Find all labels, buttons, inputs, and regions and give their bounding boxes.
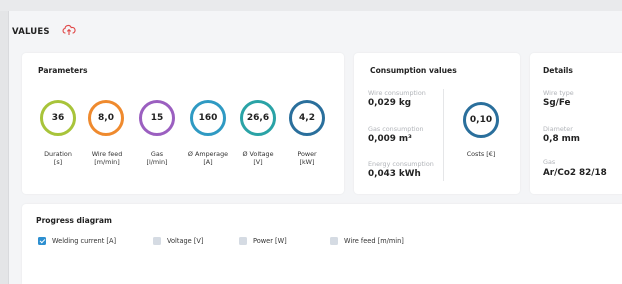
gas-type-label: Gas [543,158,556,166]
consumption-title: Consumption values [370,66,457,75]
parameters-title: Parameters [38,66,88,75]
wire-feed-checkbox[interactable] [330,237,338,245]
cloud-upload-icon[interactable] [62,24,76,36]
welding-current-checkbox[interactable] [38,237,46,245]
gas-consumption-value: 0,009 m³ [368,134,412,144]
details-title: Details [543,66,573,75]
voltage-checkbox[interactable] [153,237,161,245]
diameter-label: Diameter [543,125,573,133]
gas-type-value: Ar/Co2 82/18 [543,168,607,178]
page-title: VALUES [12,27,50,37]
progress-title: Progress diagram [36,216,112,225]
power-label: Power [kW] [297,150,317,166]
energy-consumption-value: 0,043 kWh [368,169,421,179]
costs-gauge: 0,10 [463,102,499,138]
welding-current-label[interactable]: Welding current [A] [52,237,116,245]
power-gauge: 4,2 [289,100,325,136]
amperage-gauge: 160 [190,100,226,136]
gas-gauge: 15 [139,100,175,136]
wire-consumption-label: Wire consumption [368,89,426,97]
wire-type-label: Wire type [543,89,574,97]
top-strip [0,0,622,11]
duration-gauge: 36 [40,100,76,136]
consumption-divider [443,89,444,181]
wire-feed-gauge: 8,0 [88,100,124,136]
diameter-value: 0,8 mm [543,134,580,144]
voltage-gauge: 26,6 [240,100,276,136]
wire-feed-option-label[interactable]: Wire feed [m/min] [344,237,404,245]
wire-type-value: Sg/Fe [543,98,571,108]
power-option-label[interactable]: Power [W] [253,237,287,245]
gas-consumption-label: Gas consumption [368,125,424,133]
voltage-option-label[interactable]: Voltage [V] [167,237,203,245]
wire-consumption-value: 0,029 kg [368,98,412,108]
costs-label: Costs [€] [466,150,496,158]
energy-consumption-label: Energy consumption [368,160,434,168]
power-checkbox[interactable] [239,237,247,245]
